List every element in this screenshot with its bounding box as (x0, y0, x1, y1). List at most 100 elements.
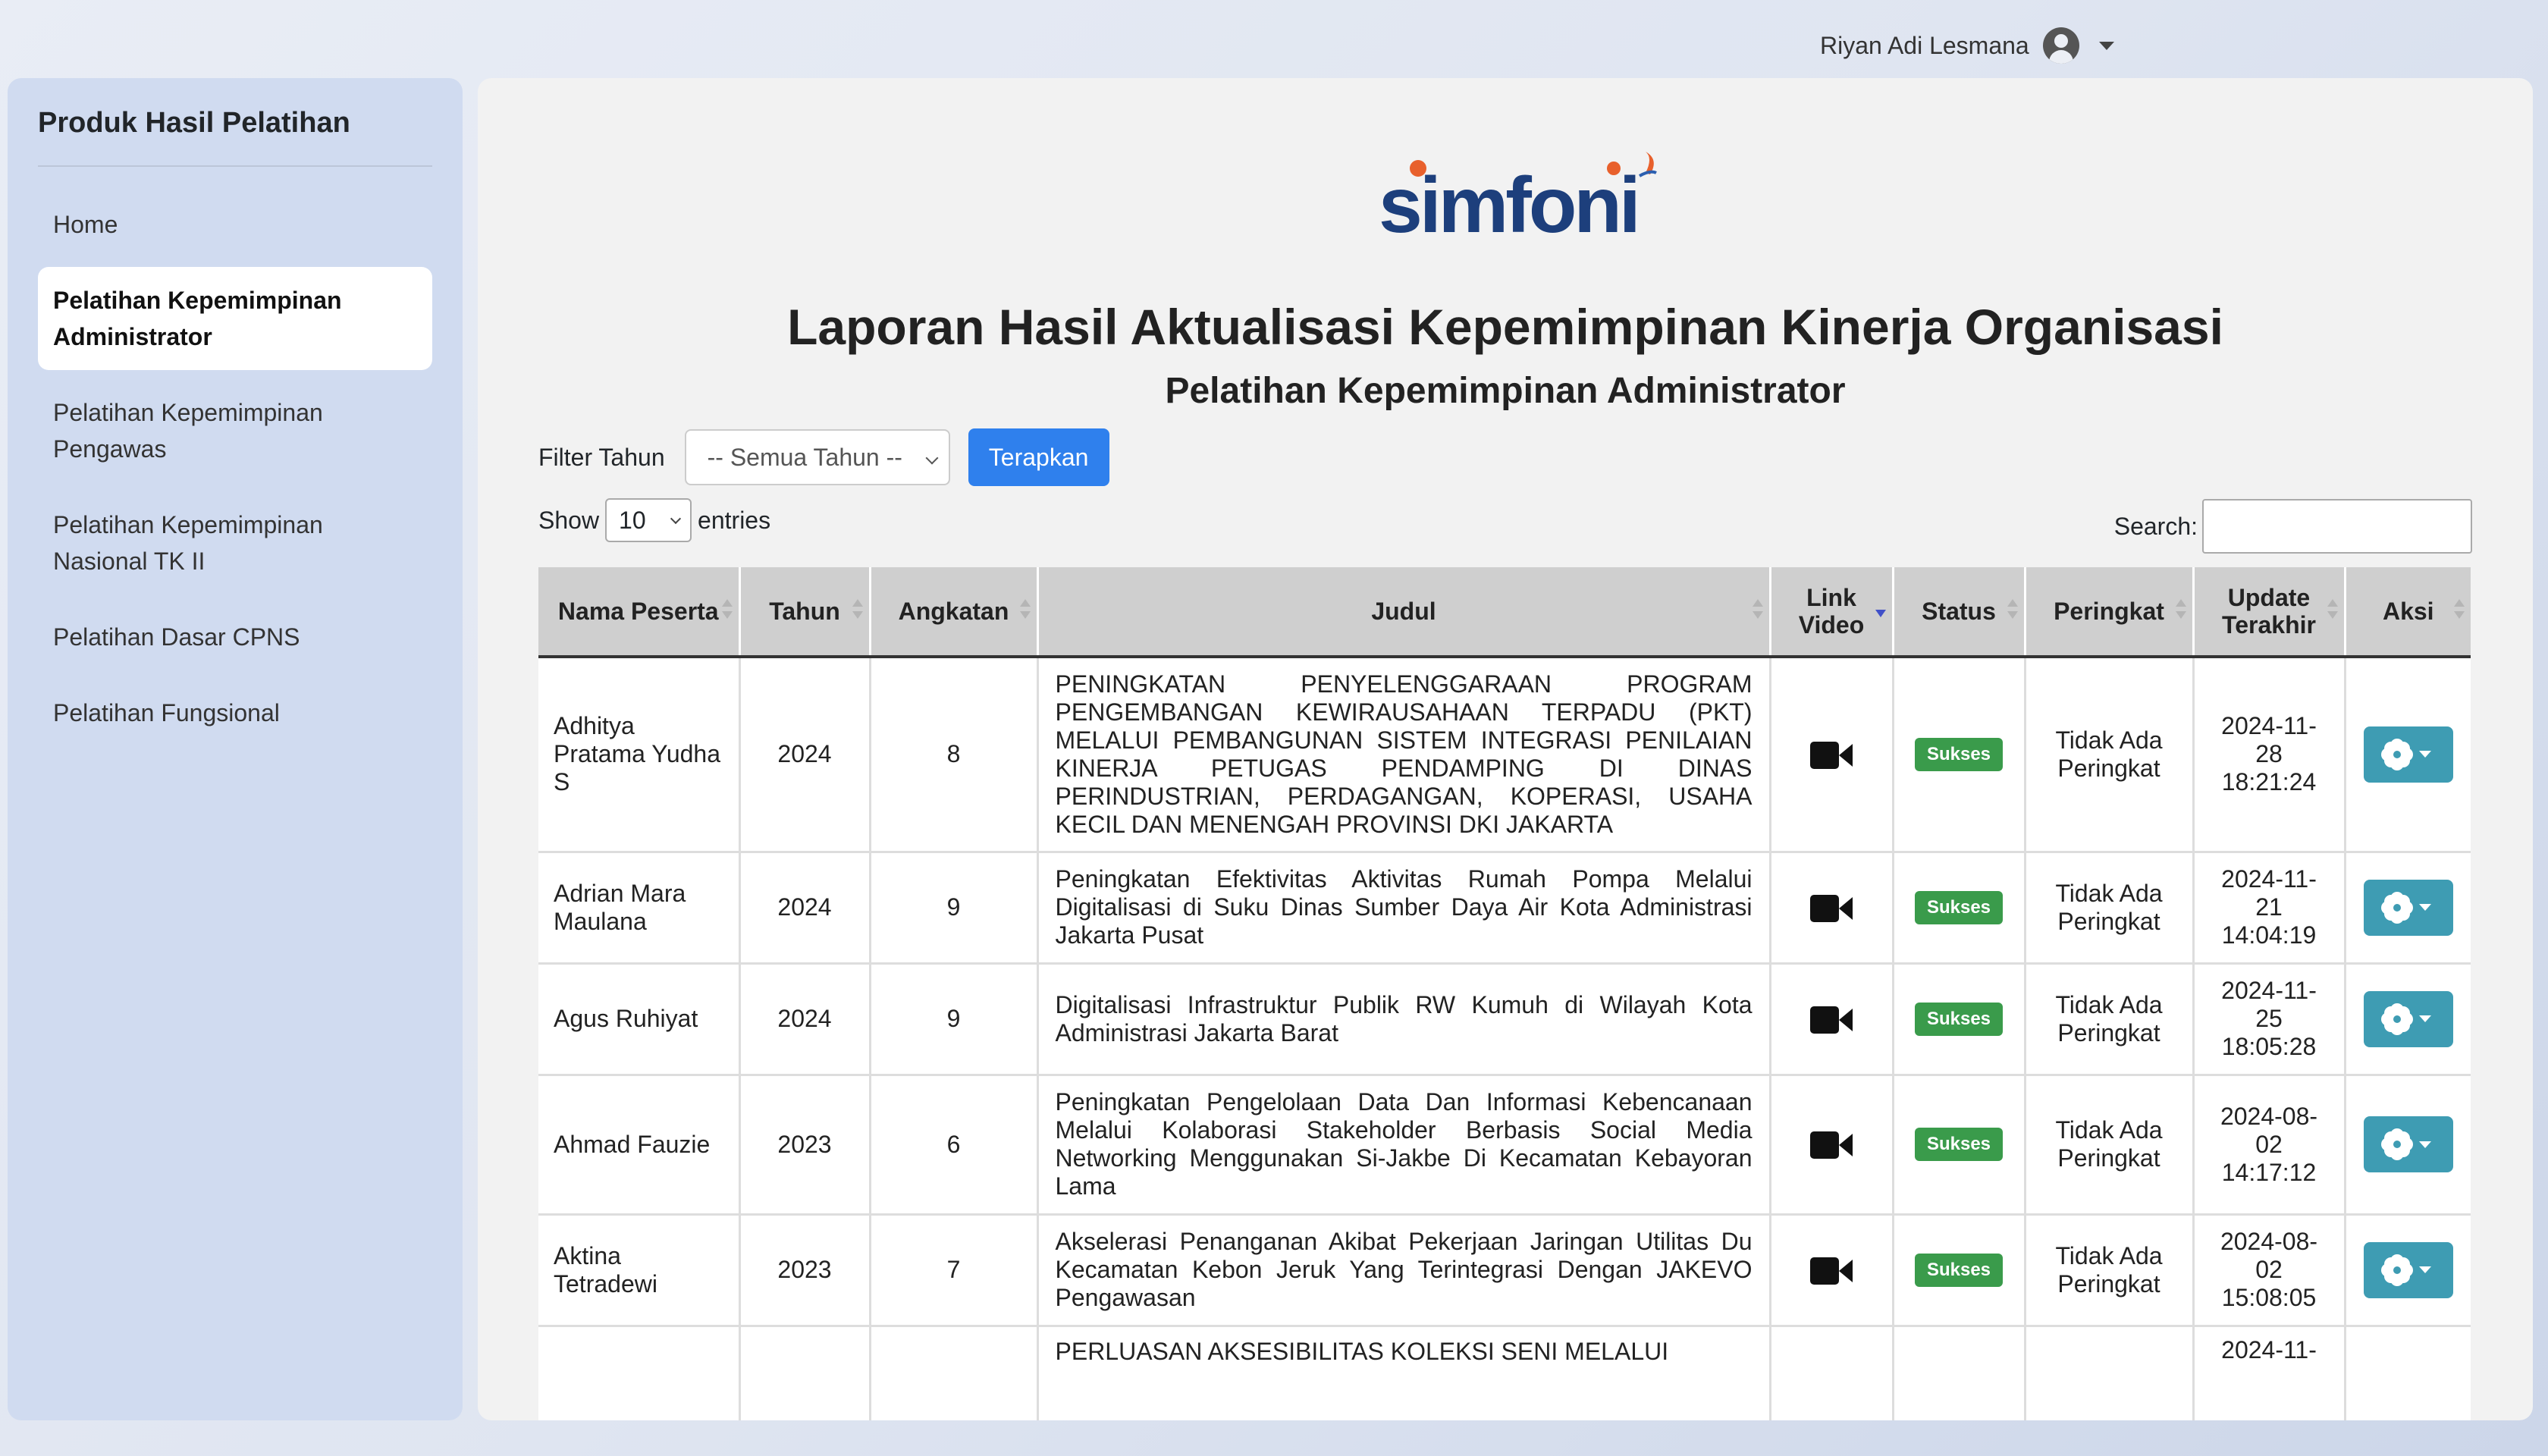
cell-judul: Digitalisasi Infrastruktur Publik RW Kum… (1037, 963, 1771, 1076)
action-button[interactable] (2363, 1116, 2453, 1172)
sort-desc-icon (1875, 599, 1886, 622)
search-input[interactable] (2202, 499, 2472, 554)
year-filter-label: Filter Tahun (538, 443, 665, 471)
cell-status: Sukses (1893, 657, 2026, 853)
sort-icon (1019, 599, 1031, 622)
action-button[interactable] (2363, 1241, 2453, 1298)
action-button[interactable] (2363, 990, 2453, 1047)
cell-tahun: 2024 (739, 852, 871, 965)
cell-aksi (2345, 1075, 2471, 1216)
action-button[interactable] (2363, 726, 2453, 783)
sidebar-item-cpns[interactable]: Pelatihan Dasar CPNS (38, 604, 432, 670)
cell-angkatan: 9 (870, 852, 1039, 965)
status-badge: Sukses (1914, 890, 2004, 924)
cell-nama: Agus Ruhiyat (538, 963, 741, 1076)
chevron-down-icon (2418, 904, 2431, 911)
cell-update: 2024-08-02 15:08:05 (2193, 1214, 2346, 1327)
video-camera-icon[interactable] (1810, 1131, 1853, 1159)
gear-icon (2385, 1007, 2408, 1031)
sort-icon (2327, 599, 2338, 622)
sidebar-item-nasional[interactable]: Pelatihan Kepemimpinan Nasional TK II (38, 491, 432, 595)
column-header-video[interactable]: Link Video (1770, 567, 1894, 658)
sidebar-title: Produk Hasil Pelatihan (38, 107, 432, 167)
column-header-angkatan[interactable]: Angkatan (870, 567, 1039, 658)
entries-length: Show 10 entries (538, 497, 770, 543)
column-header-judul[interactable]: Judul (1037, 567, 1771, 658)
sidebar-item-administrator[interactable]: Pelatihan Kepemimpinan Administrator (38, 267, 432, 370)
status-badge: Sukses (1914, 1002, 2004, 1036)
cell-update: 2024-08-02 14:17:12 (2193, 1075, 2346, 1216)
cell-nama: Ahmad Fauzie (538, 1075, 741, 1216)
user-menu[interactable]: Riyan Adi Lesmana (1820, 23, 2114, 68)
cell-status: Sukses (1893, 963, 2026, 1076)
column-header-aksi[interactable]: Aksi (2345, 567, 2471, 658)
cell-video (1770, 1326, 1894, 1420)
cell-peringkat: Tidak Ada Peringkat (2025, 657, 2195, 853)
gear-icon (2385, 1133, 2408, 1156)
video-camera-icon[interactable] (1810, 1257, 1853, 1285)
cell-tahun: 2024 (739, 963, 871, 1076)
column-header-tahun[interactable]: Tahun (739, 567, 871, 658)
sort-icon (2007, 599, 2018, 622)
cell-judul: Peningkatan Efektivitas Aktivitas Rumah … (1037, 852, 1771, 965)
cell-judul: Akselerasi Penanganan Akibat Pekerjaan J… (1037, 1214, 1771, 1327)
column-header-update[interactable]: Update Terakhir (2193, 567, 2346, 658)
cell-angkatan: 9 (870, 963, 1039, 1076)
cell-tahun (739, 1326, 871, 1420)
cell-peringkat: Tidak Ada Peringkat (2025, 963, 2195, 1076)
column-header-peringkat[interactable]: Peringkat (2025, 567, 2195, 658)
action-button[interactable] (2363, 879, 2453, 936)
chevron-down-icon (2418, 751, 2431, 758)
sidebar-item-home[interactable]: Home (38, 191, 432, 258)
sort-icon (2175, 599, 2186, 622)
video-camera-icon[interactable] (1810, 742, 1853, 770)
cell-update: 2024-11-28 18:21:24 (2193, 657, 2346, 853)
sort-icon (2454, 599, 2465, 622)
video-camera-icon[interactable] (1810, 894, 1853, 922)
cell-update: 2024-11- (2193, 1326, 2346, 1420)
table-row: Adrian Mara Maulana 2024 9 Peningkatan E… (538, 852, 2471, 965)
cell-video (1770, 852, 1894, 965)
chevron-down-icon (2418, 1015, 2431, 1022)
apply-filter-button[interactable]: Terapkan (968, 428, 1109, 486)
chevron-down-icon (2418, 1266, 2431, 1273)
cell-status: Sukses (1893, 1214, 2026, 1327)
simfoni-logo: simfoni (1379, 152, 1657, 249)
cell-update: 2024-11-21 14:04:19 (2193, 852, 2346, 965)
sort-icon (1752, 599, 1763, 622)
gear-icon (2385, 742, 2408, 766)
year-select[interactable]: -- Semua Tahun -- (684, 429, 950, 485)
status-badge: Sukses (1914, 1253, 2004, 1287)
column-header-status[interactable]: Status (1893, 567, 2026, 658)
user-circle-icon[interactable] (2042, 27, 2079, 64)
table-header-row: Nama Peserta Tahun Angkatan Judul Link V… (538, 567, 2471, 658)
year-filter: Filter Tahun -- Semua Tahun -- Terapkan (538, 428, 1109, 486)
entries-label: entries (698, 506, 771, 534)
cell-angkatan (870, 1326, 1039, 1420)
cell-nama (538, 1326, 741, 1420)
sidebar-item-pengawas[interactable]: Pelatihan Kepemimpinan Pengawas (38, 379, 432, 482)
table-row: Aktina Tetradewi 2023 7 Akselerasi Penan… (538, 1214, 2471, 1327)
cell-aksi (2345, 852, 2471, 965)
column-header-nama[interactable]: Nama Peserta (538, 567, 741, 658)
cell-video (1770, 657, 1894, 853)
sidebar-item-fungsional[interactable]: Pelatihan Fungsional (38, 679, 432, 746)
chevron-down-icon[interactable] (2098, 41, 2114, 50)
cell-peringkat: Tidak Ada Peringkat (2025, 1214, 2195, 1327)
chevron-down-icon (925, 451, 939, 465)
sidebar-nav: Home Pelatihan Kepemimpinan Administrato… (38, 191, 432, 746)
status-badge: Sukses (1914, 737, 2004, 771)
main-panel: simfoni Laporan Hasil Aktualisasi Kepemi… (478, 78, 2533, 1420)
cell-video (1770, 1214, 1894, 1327)
cell-aksi (2345, 657, 2471, 853)
cell-tahun: 2023 (739, 1075, 871, 1216)
cell-nama: Adhitya Pratama Yudha S (538, 657, 741, 853)
chevron-down-icon (2418, 1141, 2431, 1148)
video-camera-icon[interactable] (1810, 1006, 1853, 1034)
gear-icon (2385, 1258, 2408, 1282)
sort-icon (721, 599, 733, 622)
cell-tahun: 2023 (739, 1214, 871, 1327)
entries-select[interactable]: 10 (605, 498, 692, 542)
cell-update: 2024-11-25 18:05:28 (2193, 963, 2346, 1076)
cell-aksi (2345, 1326, 2471, 1420)
